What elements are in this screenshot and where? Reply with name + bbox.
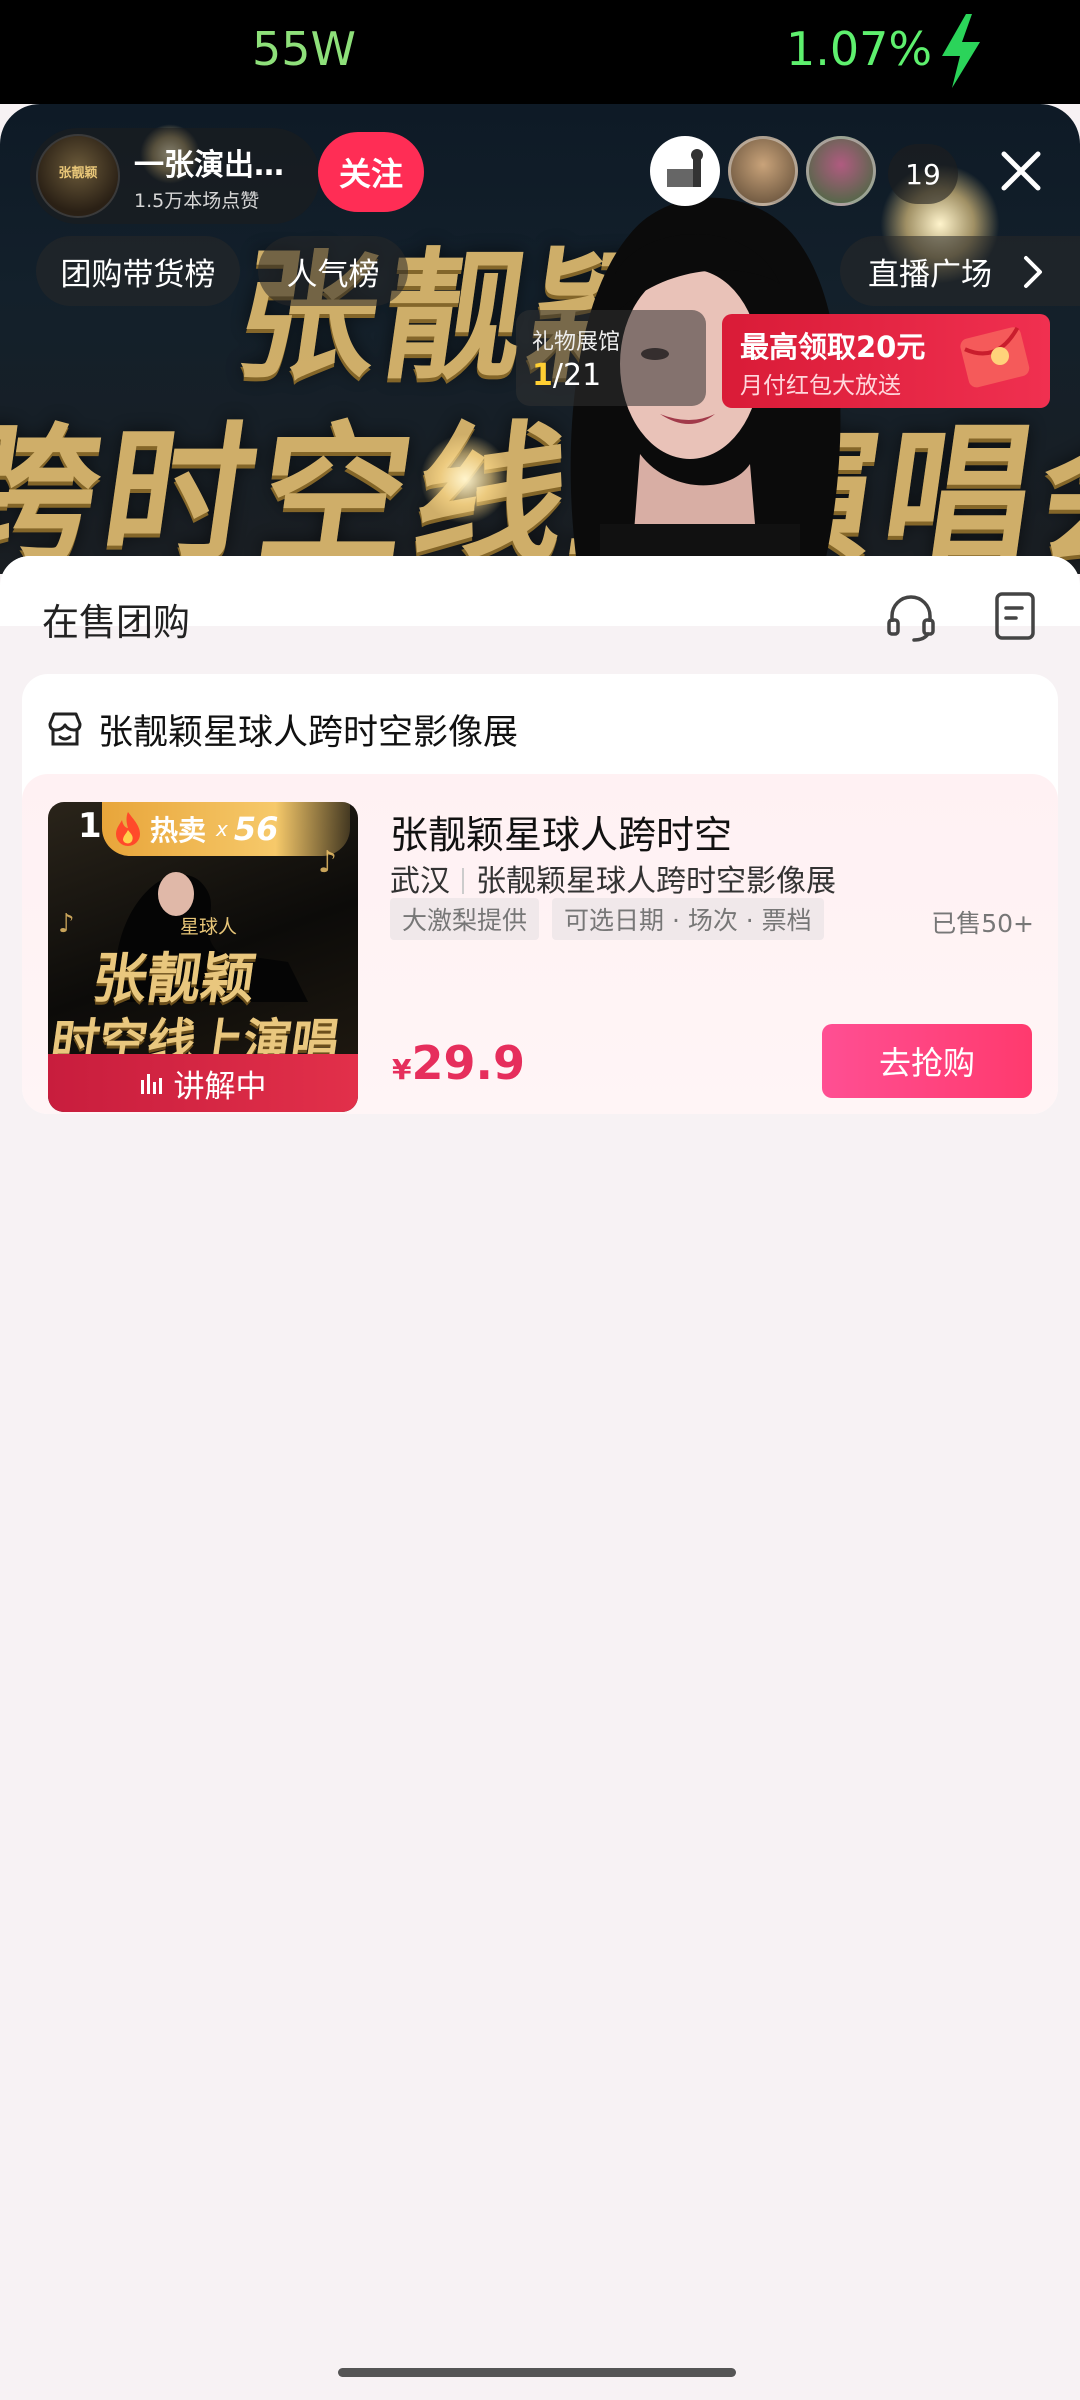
sparkle-decoration (420, 434, 510, 524)
shop-icon (48, 712, 82, 746)
tag-popularity-ranking[interactable]: 人气榜 (258, 236, 408, 306)
product-subtitle: 武汉 张靓颖星球人跨时空影像展 (390, 856, 836, 900)
product-city: 武汉 (390, 864, 450, 899)
product-venue: 张靓颖星球人跨时空影像展 (476, 864, 836, 899)
buy-now-button[interactable]: 去抢购 (822, 1024, 1032, 1098)
product-thumbnail[interactable]: ♪ ♪ 星球人 张靓颖 时空线上演唱 1 热卖 x 56 讲解中 (48, 802, 358, 1112)
viewer-avatar[interactable] (728, 136, 798, 206)
product-title[interactable]: 张靓颖星球人跨时空 (390, 804, 732, 859)
audio-bars-icon (140, 1074, 162, 1094)
lightning-bolt-icon (942, 14, 980, 88)
shop-name: 张靓颖星球人跨时空影像展 (98, 712, 519, 753)
fire-icon (116, 812, 140, 846)
live-stream-header[interactable]: 张靓颖 跨时空线上演唱会 张靓颖 一张演出… 1.5万本场点赞 关注 19 团购… (0, 104, 1080, 574)
gift-hall-progress: 1/21 (532, 358, 601, 393)
host-name: 一张演出… (134, 148, 284, 183)
gift-hall[interactable]: 礼物展馆 1/21 (516, 310, 706, 406)
gift-hall-current: 1 (532, 358, 553, 393)
viewer-avatar[interactable] (806, 136, 876, 206)
chevron-right-icon[interactable] (1018, 254, 1048, 290)
hot-sale-count: 56 (233, 810, 279, 848)
host-info[interactable]: 张靓颖 一张演出… 1.5万本场点赞 (30, 128, 320, 224)
product-item[interactable]: ♪ ♪ 星球人 张靓颖 时空线上演唱 1 热卖 x 56 讲解中 张靓颖星球人跨… (22, 774, 1058, 1114)
price-value: 29.9 (411, 1036, 525, 1090)
red-envelope-icon (960, 326, 1030, 388)
red-packet-title: 最高领取20元 (740, 330, 926, 364)
group-buy-sheet: 在售团购 张靓颖星球人跨时空影像展 ♪ ♪ 星球人 张靓颖 时空线上演唱 1 热… (0, 556, 1080, 2400)
host-avatar[interactable]: 张靓颖 (36, 134, 120, 218)
rank-number: 1 (78, 806, 102, 846)
hot-sale-multiplier: x (216, 817, 228, 841)
options-chip: 可选日期 · 场次 · 票档 (552, 898, 824, 940)
sold-count: 已售50+ (931, 909, 1034, 938)
gift-hall-total: /21 (552, 358, 602, 393)
product-price: ¥29.9 (392, 1036, 525, 1090)
battery-percent-text: 1.07% (786, 22, 933, 76)
red-packet-subtitle: 月付红包大放送 (740, 373, 901, 399)
customer-service-headset-icon[interactable] (884, 590, 938, 644)
tag-group-buy-ranking[interactable]: 团购带货榜 (36, 236, 240, 306)
close-icon[interactable] (994, 144, 1048, 198)
svg-text:♪: ♪ (58, 909, 75, 939)
home-indicator[interactable] (338, 2368, 736, 2377)
order-list-icon[interactable] (992, 590, 1040, 644)
subtitle-divider (462, 868, 464, 894)
charging-power-text: 55W (252, 22, 357, 76)
hot-sale-label: 热卖 (150, 814, 207, 847)
hot-sale-badge: 热卖 x 56 (102, 802, 350, 856)
explaining-label: 讲解中 (173, 1068, 267, 1105)
viewer-avatar[interactable] (650, 136, 720, 206)
price-currency: ¥ (392, 1053, 412, 1086)
gift-hall-label: 礼物展馆 (532, 330, 621, 355)
explaining-bar: 讲解中 (48, 1054, 358, 1112)
provider-chip: 大激梨提供 (390, 898, 540, 940)
shop-card: 张靓颖星球人跨时空影像展 ♪ ♪ 星球人 张靓颖 时空线上演唱 1 热卖 x 5… (22, 674, 1058, 1114)
shop-header[interactable]: 张靓颖星球人跨时空影像展 (46, 704, 518, 754)
sheet-title: 在售团购 (42, 601, 190, 644)
status-bar: 55W 1.07% (0, 0, 1080, 104)
host-likes: 1.5万本场点赞 (134, 190, 260, 212)
viewer-count[interactable]: 19 (888, 144, 958, 204)
follow-button[interactable]: 关注 (318, 132, 424, 212)
red-packet-banner[interactable]: 最高领取20元 月付红包大放送 (722, 314, 1050, 408)
